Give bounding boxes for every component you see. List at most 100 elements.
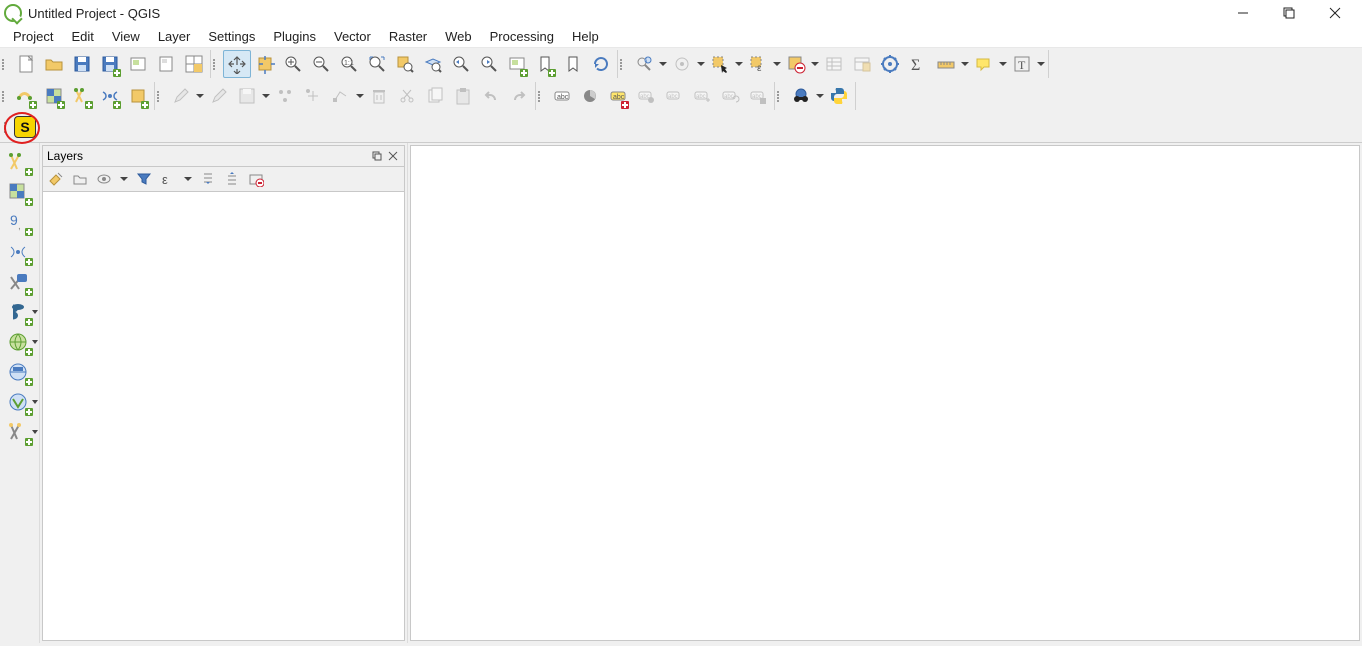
deselect-all-button[interactable]: [782, 50, 810, 78]
zoom-out-button[interactable]: [307, 50, 335, 78]
add-vector-layer-button[interactable]: [0, 147, 36, 177]
edits-dropdown[interactable]: [195, 94, 205, 98]
new-print-layout-button[interactable]: [124, 50, 152, 78]
add-postgis-button[interactable]: [0, 297, 36, 327]
add-delimited-text-button[interactable]: 9,: [0, 207, 36, 237]
add-virtual-layer-button[interactable]: [0, 267, 36, 297]
new-shapefile-button[interactable]: [68, 82, 96, 110]
menu-layer[interactable]: Layer: [149, 27, 200, 46]
pan-to-selection-button[interactable]: [251, 50, 279, 78]
save-edits-dropdown[interactable]: [261, 94, 271, 98]
select-features-dropdown[interactable]: [734, 62, 744, 66]
processing-toolbox-button[interactable]: [876, 50, 904, 78]
remove-layer-button[interactable]: [247, 170, 265, 188]
undock-icon[interactable]: [370, 149, 384, 163]
plugin-s-button[interactable]: S: [14, 116, 36, 138]
menu-vector[interactable]: Vector: [325, 27, 380, 46]
select-by-expression-dropdown[interactable]: [772, 62, 782, 66]
save-project-button[interactable]: [68, 50, 96, 78]
field-calculator-button[interactable]: [848, 50, 876, 78]
zoom-to-layer-button[interactable]: [419, 50, 447, 78]
menu-edit[interactable]: Edit: [62, 27, 102, 46]
metasearch-dropdown[interactable]: [815, 94, 825, 98]
file-toolbar: [10, 50, 211, 78]
attributes-toolbar: i ε Σ T: [628, 50, 1049, 78]
zoom-full-button[interactable]: [363, 50, 391, 78]
deselect-dropdown[interactable]: [810, 62, 820, 66]
style-manager-button[interactable]: [180, 50, 208, 78]
menu-raster[interactable]: Raster: [380, 27, 436, 46]
menu-project[interactable]: Project: [4, 27, 62, 46]
digitizing-toolbar: [165, 82, 536, 110]
layout-manager-button[interactable]: [152, 50, 180, 78]
measure-dropdown[interactable]: [960, 62, 970, 66]
menu-view[interactable]: View: [103, 27, 149, 46]
add-spatialite-button[interactable]: [0, 237, 36, 267]
metasearch-button[interactable]: [787, 82, 815, 110]
refresh-button[interactable]: [587, 50, 615, 78]
select-by-expression-button[interactable]: ε: [744, 50, 772, 78]
add-raster-layer-button[interactable]: [0, 177, 36, 207]
style-layer-button[interactable]: [47, 170, 65, 188]
python-console-button[interactable]: [825, 82, 853, 110]
close-panel-icon[interactable]: [386, 149, 400, 163]
new-spatialite-button[interactable]: [124, 82, 152, 110]
plugins-toolbar: [785, 82, 856, 110]
map-canvas[interactable]: [410, 145, 1360, 641]
add-raster-button[interactable]: [40, 82, 68, 110]
new-map-view-button[interactable]: [503, 50, 531, 78]
expand-all-button[interactable]: [199, 170, 217, 188]
open-attribute-table-button[interactable]: [820, 50, 848, 78]
new-bookmark-button[interactable]: [531, 50, 559, 78]
add-vector-button[interactable]: [12, 82, 40, 110]
zoom-last-button[interactable]: [447, 50, 475, 78]
menu-help[interactable]: Help: [563, 27, 608, 46]
identify-dropdown[interactable]: [658, 62, 668, 66]
add-wcs-button[interactable]: [0, 357, 36, 387]
manage-visibility-button[interactable]: [95, 170, 113, 188]
add-wfs-button[interactable]: [0, 387, 36, 417]
maximize-button[interactable]: [1266, 0, 1312, 26]
new-virtual-layer-button[interactable]: [0, 417, 36, 447]
show-bookmarks-button[interactable]: [559, 50, 587, 78]
map-tips-button[interactable]: [970, 50, 998, 78]
select-features-button[interactable]: [706, 50, 734, 78]
zoom-next-button[interactable]: [475, 50, 503, 78]
diagram-layer-button[interactable]: [576, 82, 604, 110]
label-layer-button[interactable]: abc: [548, 82, 576, 110]
measure-button[interactable]: [932, 50, 960, 78]
filter-legend-button[interactable]: [135, 170, 153, 188]
open-project-button[interactable]: [40, 50, 68, 78]
zoom-in-button[interactable]: [279, 50, 307, 78]
vertex-dropdown[interactable]: [355, 94, 365, 98]
collapse-all-button[interactable]: [223, 170, 241, 188]
svg-text:9: 9: [10, 212, 18, 228]
close-button[interactable]: [1312, 0, 1358, 26]
svg-text:ε: ε: [162, 172, 168, 187]
zoom-to-selection-button[interactable]: [391, 50, 419, 78]
filter-expression-button[interactable]: ε: [159, 170, 177, 188]
new-project-button[interactable]: [12, 50, 40, 78]
menu-web[interactable]: Web: [436, 27, 481, 46]
add-wms-button[interactable]: [0, 327, 36, 357]
highlight-labels-button[interactable]: abc: [604, 82, 632, 110]
action-dropdown[interactable]: [696, 62, 706, 66]
layers-tree[interactable]: [42, 191, 405, 641]
layers-panel-header[interactable]: Layers: [42, 145, 405, 167]
menu-processing[interactable]: Processing: [481, 27, 563, 46]
filter-expression-dropdown[interactable]: [183, 177, 193, 181]
annotation-dropdown[interactable]: [1036, 62, 1046, 66]
add-group-button[interactable]: [71, 170, 89, 188]
statistical-summary-button[interactable]: Σ: [904, 50, 932, 78]
identify-button[interactable]: i: [630, 50, 658, 78]
menu-plugins[interactable]: Plugins: [264, 27, 325, 46]
text-annotation-button[interactable]: T: [1008, 50, 1036, 78]
new-geopackage-button[interactable]: [96, 82, 124, 110]
visibility-dropdown[interactable]: [119, 177, 129, 181]
minimize-button[interactable]: [1220, 0, 1266, 26]
map-tips-dropdown[interactable]: [998, 62, 1008, 66]
zoom-native-button[interactable]: 1:1: [335, 50, 363, 78]
save-project-as-button[interactable]: [96, 50, 124, 78]
pan-map-button[interactable]: [223, 50, 251, 78]
menu-settings[interactable]: Settings: [199, 27, 264, 46]
